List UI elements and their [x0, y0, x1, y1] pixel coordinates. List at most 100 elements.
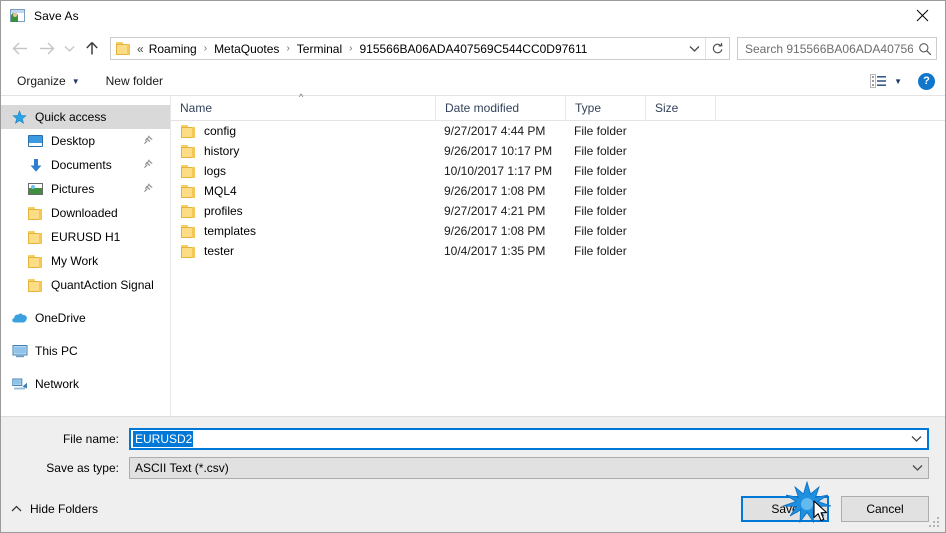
pin-icon [143, 134, 154, 148]
chevron-down-icon [912, 465, 922, 471]
search-input[interactable]: Search 915566BA06ADA40756... [738, 42, 913, 56]
table-row[interactable]: logs 10/10/2017 1:17 PM File folder [171, 161, 945, 181]
sidebar-item-eurusd-h1[interactable]: EURUSD H1 [1, 225, 170, 249]
up-arrow-icon [86, 41, 98, 55]
help-button[interactable]: ? [918, 72, 935, 90]
breadcrumb-separator[interactable]: › [281, 43, 294, 54]
file-name-input[interactable]: EURUSD2 [129, 428, 929, 450]
recent-locations-button[interactable] [59, 36, 79, 62]
chevron-down-icon [689, 45, 699, 52]
view-list-icon [870, 74, 887, 88]
download-arrow-icon [27, 157, 44, 173]
up-button[interactable] [79, 36, 105, 62]
cancel-button[interactable]: Cancel [841, 496, 929, 522]
forward-arrow-icon [39, 42, 54, 55]
sidebar-item-network[interactable]: Network [1, 372, 170, 396]
file-name-text: tester [204, 244, 235, 258]
address-folder-icon [116, 41, 132, 56]
breadcrumb: « Roaming › MetaQuotes › Terminal › 9155… [135, 41, 683, 57]
sidebar-item-documents[interactable]: Documents [1, 153, 170, 177]
address-dropdown-button[interactable] [683, 38, 705, 59]
sidebar-item-desktop[interactable]: Desktop [1, 129, 170, 153]
picture-icon [27, 181, 44, 197]
search-box[interactable]: Search 915566BA06ADA40756... [737, 37, 937, 60]
organize-button[interactable]: Organize ▼ [17, 74, 80, 88]
address-bar[interactable]: « Roaming › MetaQuotes › Terminal › 9155… [110, 37, 730, 60]
sidebar-label: This PC [35, 344, 78, 358]
sidebar-label: Quick access [35, 110, 107, 124]
sidebar-item-my-work[interactable]: My Work [1, 249, 170, 273]
file-date-cell: 9/27/2017 4:21 PM [444, 204, 546, 218]
sidebar-label: EURUSD H1 [51, 230, 121, 244]
column-header-size[interactable]: Size [645, 95, 715, 121]
sidebar-label: Downloaded [51, 206, 118, 220]
save-as-dialog: Save As « Roaming › MetaQuotes › Termina… [0, 0, 946, 533]
new-folder-button[interactable]: New folder [106, 74, 163, 88]
breadcrumb-item-metaquotes[interactable]: MetaQuotes [212, 41, 281, 57]
file-name-text: config [204, 124, 237, 138]
table-row[interactable]: MQL4 9/26/2017 1:08 PM File folder [171, 181, 945, 201]
table-row[interactable]: config 9/27/2017 4:44 PM File folder [171, 121, 945, 141]
file-date-cell: 9/27/2017 4:44 PM [444, 124, 546, 138]
network-icon [11, 376, 28, 392]
folder-icon [27, 205, 44, 221]
save-as-type-select[interactable]: ASCII Text (*.csv) [129, 457, 929, 479]
sidebar-item-downloaded[interactable]: Downloaded [1, 201, 170, 225]
close-button[interactable] [899, 1, 945, 30]
sidebar-item-quick-access[interactable]: Quick access [1, 105, 170, 129]
column-header-name[interactable]: Name [171, 96, 435, 121]
sidebar-item-this-pc[interactable]: This PC [1, 339, 170, 363]
save-as-type-dropdown-button[interactable] [906, 464, 928, 472]
back-button[interactable] [7, 36, 33, 62]
sidebar-label: OneDrive [35, 311, 86, 325]
breadcrumb-item-roaming[interactable]: Roaming [147, 41, 199, 57]
folder-icon [181, 224, 196, 238]
dialog-body: Quick access Desktop Documents Pictures … [1, 92, 945, 416]
save-as-type-row: Save as type: ASCII Text (*.csv) [17, 457, 929, 479]
column-header-date-modified[interactable]: Date modified [435, 95, 565, 121]
refresh-icon [712, 42, 723, 54]
file-name-cell: templates [171, 224, 435, 238]
pin-icon [143, 182, 154, 196]
file-list-pane: ^ Name Date modified Type Size config 9/2… [171, 92, 945, 416]
hide-folders-button[interactable]: Hide Folders [11, 502, 98, 516]
table-row[interactable]: tester 10/4/2017 1:35 PM File folder [171, 241, 945, 261]
breadcrumb-separator[interactable]: › [344, 43, 357, 54]
sidebar-label: QuantAction Signal [51, 278, 154, 292]
save-button[interactable]: Save [741, 496, 829, 522]
chevron-down-icon [64, 45, 74, 52]
column-header-type[interactable]: Type [565, 95, 645, 121]
file-type-cell: File folder [574, 184, 627, 198]
search-icon[interactable] [913, 42, 936, 56]
chevron-down-icon [911, 436, 921, 442]
breadcrumb-item-terminal[interactable]: Terminal [295, 41, 344, 57]
file-name-dropdown-button[interactable] [905, 435, 927, 443]
file-name-cell: MQL4 [171, 184, 435, 198]
folder-icon [27, 229, 44, 245]
sidebar-item-pictures[interactable]: Pictures [1, 177, 170, 201]
file-date-cell: 9/26/2017 1:08 PM [444, 224, 546, 238]
table-row[interactable]: history 9/26/2017 10:17 PM File folder [171, 141, 945, 161]
table-row[interactable]: templates 9/26/2017 1:08 PM File folder [171, 221, 945, 241]
save-as-type-label: Save as type: [46, 461, 119, 475]
hide-folders-label: Hide Folders [30, 502, 99, 516]
breadcrumb-item-terminal-id[interactable]: 915566BA06ADA407569C544CC0D97611 [357, 41, 589, 57]
breadcrumb-overflow[interactable]: « [135, 41, 147, 57]
forward-button[interactable] [33, 36, 59, 62]
sidebar-item-onedrive[interactable]: OneDrive [1, 306, 170, 330]
breadcrumb-separator[interactable]: › [199, 43, 212, 54]
file-type-cell: File folder [574, 244, 627, 258]
file-name-cell: logs [171, 164, 435, 178]
file-date-cell: 9/26/2017 1:08 PM [444, 184, 546, 198]
refresh-button[interactable] [705, 38, 729, 59]
save-as-icon [10, 8, 26, 24]
file-date-cell: 9/26/2017 10:17 PM [444, 144, 553, 158]
file-type-cell: File folder [574, 204, 627, 218]
file-type-cell: File folder [574, 164, 627, 178]
view-mode-button[interactable]: ▼ [870, 74, 902, 88]
file-type-cell: File folder [574, 144, 627, 158]
resize-grip[interactable] [929, 517, 941, 529]
sidebar-item-quantaction-signal[interactable]: QuantAction Signal [1, 273, 170, 297]
table-row[interactable]: profiles 9/27/2017 4:21 PM File folder [171, 201, 945, 221]
sidebar-label: Pictures [51, 182, 95, 196]
